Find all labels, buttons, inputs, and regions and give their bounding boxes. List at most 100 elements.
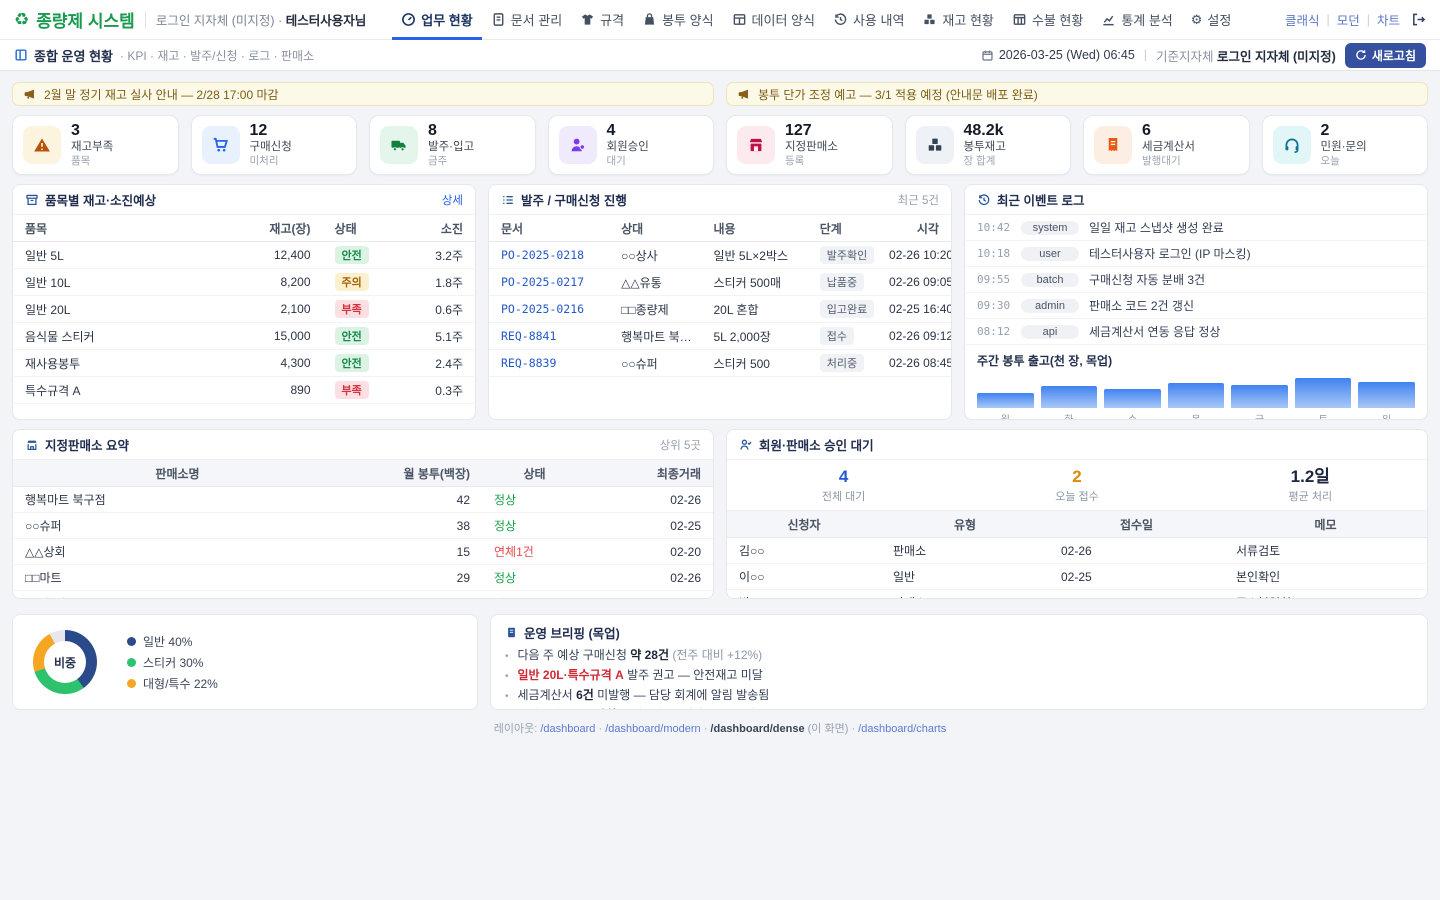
datetime: 2026-03-25 (Wed) 06:45: [981, 48, 1135, 62]
layout-link-dashboard[interactable]: /dashboard: [540, 723, 595, 735]
nav-data-format[interactable]: 데이터 양식: [723, 0, 824, 40]
briefing-item: 일반 20L·특수규격 A 발주 권고 — 안전재고 미달: [505, 666, 1413, 683]
nav-bag-format[interactable]: 봉투 양식: [633, 0, 722, 40]
theme-chart-link[interactable]: 차트: [1377, 10, 1400, 29]
theme-modern-link[interactable]: 모던: [1337, 10, 1360, 29]
status-badge: 안전: [335, 246, 369, 264]
notice-banner: 봉투 단가 조정 예고 — 3/1 적용 예정 (안내문 배포 완료): [726, 82, 1428, 106]
table-row: □□마트29정상02-26: [13, 565, 713, 591]
pallet-boxes-icon: [916, 126, 954, 164]
legend-dot: [127, 679, 136, 688]
log-item: 08:12api세금계산서 연동 응답 정상: [965, 319, 1427, 345]
stage-badge: 처리중: [820, 354, 864, 372]
table-row: 이○○일반02-25본인확인: [727, 564, 1427, 590]
briefing-item: 지정판매소 △△상회 연체 1건 — 현장 점검 일정 3/3: [505, 706, 1413, 710]
inventory-panel: 품목별 재고·소진예상 상세 품목 재고(장) 상태 소진 일반 5L12,40…: [12, 184, 476, 420]
stores-panel: 지정판매소 요약 상위 5곳 판매소명 월 봉투(백장) 상태 최종거래 행복마…: [12, 429, 714, 599]
page-title-group: 종합 운영 현황: [14, 46, 113, 65]
kpi-purchase-requests[interactable]: 12구매신청미처리: [191, 115, 358, 175]
gauge-icon: [401, 12, 416, 27]
kpi-bag-stock[interactable]: 48.2k봉투재고장 합계: [905, 115, 1072, 175]
store-status: 연체1건: [482, 539, 587, 565]
logout-icon[interactable]: [1411, 12, 1426, 27]
theme-classic-link[interactable]: 클래식: [1285, 10, 1320, 29]
main-nav: 업무 현황 문서 관리 규격 봉투 양식 데이터 양식 사용 내역 재고 현황: [392, 0, 1240, 40]
kpi-low-stock[interactable]: 3재고부족품목: [12, 115, 179, 175]
document-link[interactable]: REQ-8839: [501, 356, 556, 370]
bar-sat: [1295, 378, 1352, 408]
panel-title: 회원·판매소 승인 대기: [759, 435, 874, 454]
event-log-list: 10:42system일일 재고 스냅샷 생성 완료 10:18user테스터사…: [965, 215, 1427, 345]
nav-settings[interactable]: ⚙ 설정: [1182, 0, 1241, 40]
kpi-complaints[interactable]: 2민원·문의오늘: [1262, 115, 1429, 175]
status-badge: 안전: [335, 327, 369, 345]
donut-center-label: 비중: [44, 641, 86, 683]
donut-legend: 일반 40% 스티커 30% 대형/특수 22%: [127, 629, 218, 696]
share-donut-panel: 비중 일반 40% 스티커 30% 대형/특수 22%: [12, 614, 478, 710]
document-link[interactable]: REQ-8841: [501, 329, 556, 343]
orders-recent-note: 최근 5건: [898, 192, 939, 208]
bar-fri: [1231, 385, 1288, 408]
panel-title: 운영 브리핑 (목업): [524, 623, 620, 642]
recycle-icon: ♻: [14, 11, 29, 28]
app-logo[interactable]: ♻ 종량제 시스템: [14, 7, 135, 32]
log-tag-badge: system: [1021, 221, 1079, 235]
stores-table: 판매소명 월 봉투(백장) 상태 최종거래 행복마트 북구점42정상02-26 …: [13, 460, 713, 599]
bar-wed: [1104, 389, 1161, 408]
document-link[interactable]: PO-2025-0216: [501, 302, 584, 316]
layout-link-charts[interactable]: /dashboard/charts: [858, 723, 946, 735]
nav-stock-status[interactable]: 재고 현황: [913, 0, 1002, 40]
table-row: PO-2025-0217△△유통스티커 500매납품중02-26 09:05: [489, 269, 951, 296]
breadcrumb: · KPI · 재고 · 발주/신청 · 로그 · 판매소: [120, 47, 314, 64]
store-icon: [25, 438, 39, 452]
table-row: 행복마트 북구점42정상02-26: [13, 487, 713, 513]
top-bar: ♻ 종량제 시스템 로그인 지자체 (미지정) · 테스터사용자님 업무 현황 …: [0, 0, 1440, 40]
user-icon: [559, 126, 597, 164]
megaphone-icon: [23, 88, 36, 101]
grid-table-icon: [1012, 12, 1027, 27]
stat-today-received: 2오늘 접수: [960, 460, 1193, 510]
dashboard-grid-icon: [14, 48, 28, 62]
stat-total-waiting: 4전체 대기: [727, 460, 960, 510]
list-icon: [501, 193, 515, 207]
approvals-panel: 회원·판매소 승인 대기 4전체 대기 2오늘 접수 1.2일평균 처리 신청자…: [726, 429, 1428, 599]
table-row: 일반 20L2,100부족0.6주: [13, 296, 475, 323]
kpi-row: 3재고부족품목 12구매신청미처리 8발주·입고금주 4회원승인대기 127지정…: [12, 115, 1428, 175]
document-link[interactable]: PO-2025-0218: [501, 248, 584, 262]
truck-icon: [380, 126, 418, 164]
store-status: 정상: [482, 513, 587, 539]
refresh-button[interactable]: 새로고침: [1345, 43, 1426, 68]
table-row: REQ-8841행복마트 북…5L 2,000장접수02-26 09:12: [489, 323, 951, 350]
kpi-orders-incoming[interactable]: 8발주·입고금주: [369, 115, 536, 175]
table-row: 일반 10L8,200주의1.8주: [13, 269, 475, 296]
weekly-output-chart: 주간 봉투 출고(천 장, 목업) 월 화 수 목 금 토: [965, 345, 1427, 420]
stage-badge: 납품중: [820, 273, 864, 291]
layout-link-modern[interactable]: /dashboard/modern: [605, 723, 700, 735]
gear-icon: ⚙: [1191, 12, 1203, 28]
inventory-detail-link[interactable]: 상세: [442, 192, 463, 208]
kpi-designated-stores[interactable]: 127지정판매소등록: [726, 115, 893, 175]
nav-statistics[interactable]: 통계 분석: [1092, 0, 1181, 40]
archive-icon: [25, 193, 39, 207]
legend-dot: [127, 637, 136, 646]
theme-switcher: 클래식 | 모던 | 차트: [1285, 10, 1426, 29]
nav-usage-history[interactable]: 사용 내역: [824, 0, 913, 40]
nav-document-mgmt[interactable]: 문서 관리: [482, 0, 571, 40]
layout-current: /dashboard/dense: [710, 723, 804, 735]
chart-line-icon: [1101, 12, 1116, 27]
headset-icon: [1273, 126, 1311, 164]
bar-tue: [1041, 386, 1098, 408]
log-tag-badge: user: [1021, 247, 1079, 261]
kpi-member-approvals[interactable]: 4회원승인대기: [548, 115, 715, 175]
nav-spec[interactable]: 규격: [571, 0, 633, 40]
separator: |: [1326, 13, 1329, 27]
calendar-icon: [981, 49, 994, 62]
kpi-tax-invoices[interactable]: 6세금계산서발행대기: [1083, 115, 1250, 175]
user-name: 테스터사용자님: [286, 14, 367, 28]
nav-work-status[interactable]: 업무 현황: [392, 0, 481, 40]
status-badge: 부족: [335, 300, 369, 318]
stage-badge: 발주확인: [820, 246, 874, 264]
nav-ledger-status[interactable]: 수불 현황: [1003, 0, 1092, 40]
document-link[interactable]: PO-2025-0217: [501, 275, 584, 289]
log-tag-badge: admin: [1021, 299, 1079, 313]
